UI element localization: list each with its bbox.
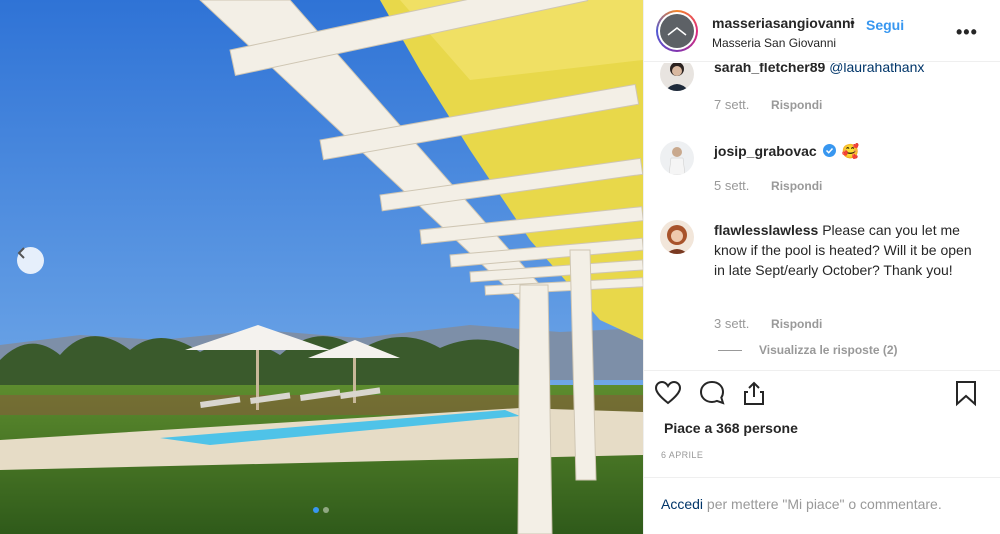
- verified-badge-icon: [822, 144, 836, 157]
- chevron-left-icon: [17, 247, 25, 259]
- share-icon[interactable]: [740, 379, 768, 407]
- post-photo[interactable]: [0, 0, 643, 534]
- photo-illustration: [0, 0, 643, 534]
- avatar-image: [660, 63, 694, 91]
- commenter-username[interactable]: flawlesslawless: [714, 222, 818, 238]
- comments-list[interactable]: sarah_fletcher89 @laurahathanx 7 sett. R…: [644, 63, 1000, 369]
- bookmark-icon[interactable]: [952, 379, 980, 407]
- login-link[interactable]: Accedi: [661, 496, 703, 512]
- carousel-prev-button[interactable]: [17, 247, 44, 274]
- comment-text: 🥰: [841, 143, 859, 159]
- login-prompt: Accedi per mettere "Mi piace" o commenta…: [644, 477, 1000, 534]
- post-sidebar: masseriasangiovanni • Segui Masseria San…: [643, 0, 1000, 534]
- reply-button[interactable]: Rispondi: [771, 98, 822, 112]
- post-username[interactable]: masseriasangiovanni: [712, 15, 854, 31]
- commenter-avatar[interactable]: [660, 63, 694, 91]
- carousel-dot: [323, 507, 329, 513]
- comment-time[interactable]: 7 sett.: [714, 97, 749, 112]
- commenter-avatar[interactable]: [660, 220, 694, 254]
- commenter-avatar[interactable]: [660, 141, 694, 175]
- post-actions: Piace a 368 persone 6 APRILE: [644, 370, 1000, 492]
- comment-meta: 5 sett. Rispondi: [714, 178, 822, 193]
- comment-body: flawlesslawless Please can you let me kn…: [714, 220, 984, 280]
- avatar-image: [660, 141, 694, 175]
- comment-meta: 3 sett. Rispondi: [714, 316, 822, 331]
- replies-divider: [718, 349, 742, 351]
- like-count[interactable]: Piace a 368 persone: [664, 420, 798, 436]
- post-date[interactable]: 6 APRILE: [661, 450, 703, 460]
- post-location[interactable]: Masseria San Giovanni: [712, 36, 836, 50]
- login-prompt-rest: per mettere "Mi piace" o commentare.: [703, 496, 942, 512]
- reply-button[interactable]: Rispondi: [771, 179, 822, 193]
- comment-body: sarah_fletcher89 @laurahathanx: [714, 63, 984, 77]
- commenter-username[interactable]: sarah_fletcher89: [714, 63, 825, 75]
- carousel-indicator: [313, 507, 329, 513]
- comment-body: josip_grabovac 🥰: [714, 141, 984, 161]
- comment-mention[interactable]: @laurahathanx: [829, 63, 924, 75]
- follow-button[interactable]: Segui: [866, 17, 904, 33]
- separator-bullet: •: [850, 14, 855, 30]
- view-replies-button[interactable]: Visualizza le risposte (2): [718, 343, 898, 357]
- carousel-dot-active: [313, 507, 319, 513]
- comment-meta: 7 sett. Rispondi: [714, 97, 822, 112]
- login-prompt-text: Accedi per mettere "Mi piace" o commenta…: [661, 496, 942, 512]
- view-replies-label: Visualizza le risposte (2): [759, 343, 898, 357]
- commenter-username[interactable]: josip_grabovac: [714, 143, 817, 159]
- heart-icon[interactable]: [654, 379, 682, 407]
- profile-avatar[interactable]: [656, 10, 698, 52]
- comment-time[interactable]: 5 sett.: [714, 178, 749, 193]
- reply-button[interactable]: Rispondi: [771, 317, 822, 331]
- comment-bubble-icon[interactable]: [698, 379, 726, 407]
- more-options-button[interactable]: •••: [956, 22, 978, 43]
- logo-icon: [667, 27, 687, 36]
- comment-time[interactable]: 3 sett.: [714, 316, 749, 331]
- post-header: masseriasangiovanni • Segui Masseria San…: [644, 0, 1000, 62]
- avatar-image: [660, 220, 694, 254]
